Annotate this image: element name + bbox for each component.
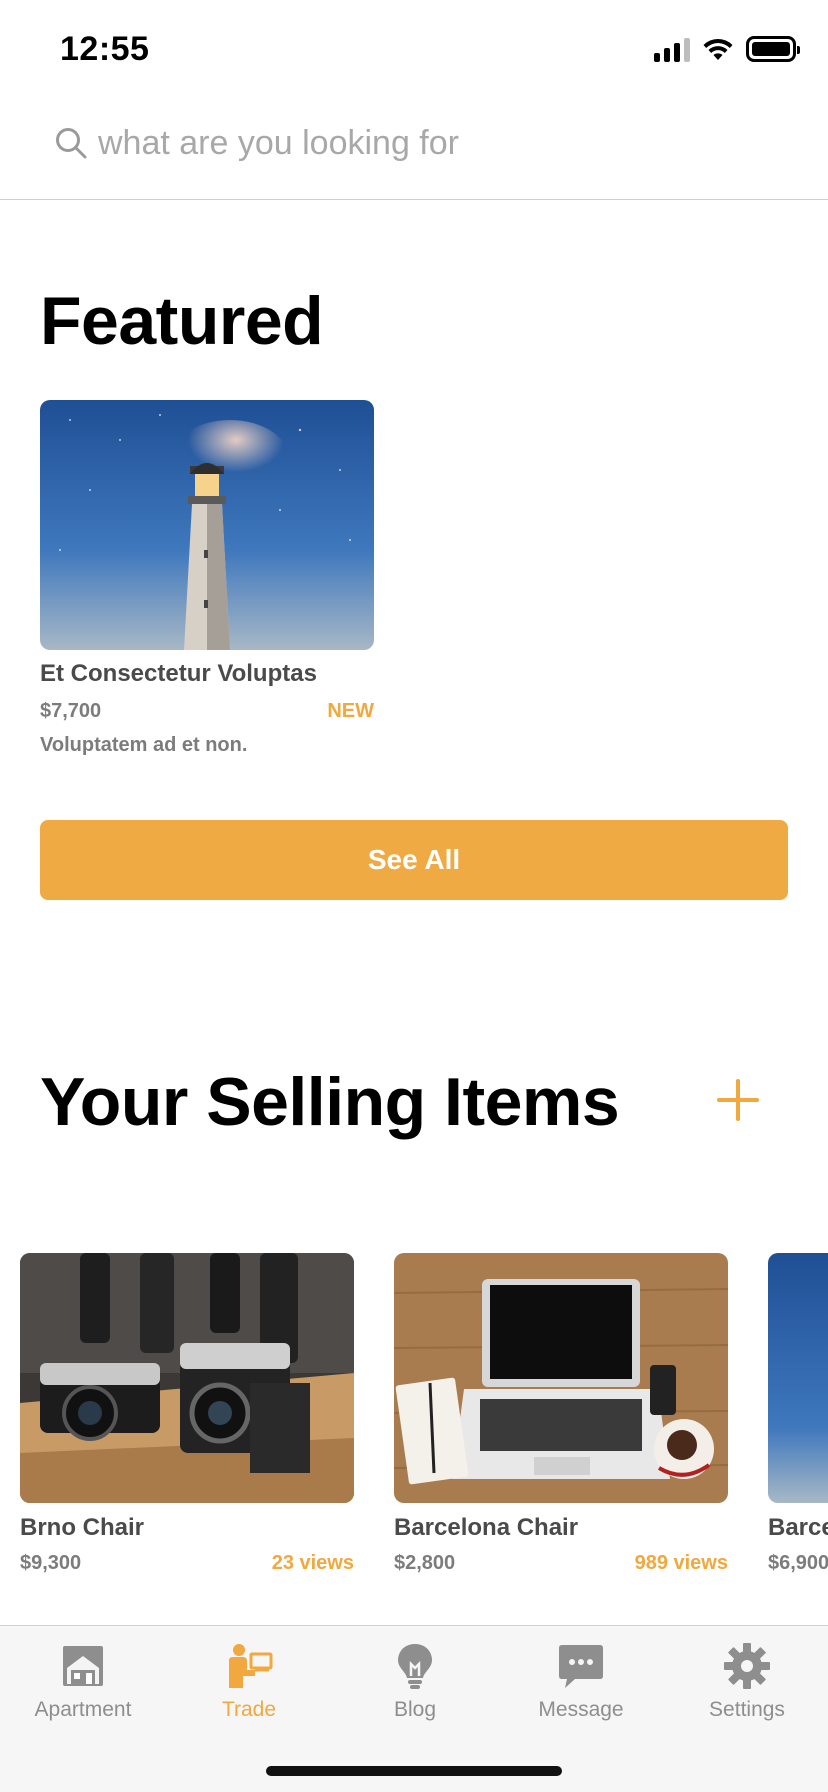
selling-item-image[interactable]: [768, 1253, 828, 1503]
sky-image: [768, 1253, 828, 1503]
selling-item-image[interactable]: [20, 1253, 354, 1503]
search-bar: [0, 100, 828, 200]
search-icon: [56, 128, 87, 159]
selling-item-price: $2,800: [394, 1552, 456, 1574]
tab-label: Trade: [221, 1698, 277, 1721]
tab-settings[interactable]: Settings: [664, 1642, 828, 1742]
add-item-icon[interactable]: [716, 1078, 760, 1122]
featured-item-description: Voluptatem ad et non.: [40, 734, 248, 756]
apartment-icon: [63, 1646, 103, 1686]
tab-label: Blog: [393, 1698, 437, 1721]
selling-item-name[interactable]: Brno Chair: [20, 1514, 144, 1542]
featured-title: Featured: [40, 283, 324, 359]
tab-apartment[interactable]: Apartment: [0, 1642, 166, 1742]
battery-icon: [746, 36, 800, 62]
selling-items-title: Your Selling Items: [40, 1064, 620, 1140]
featured-item-image[interactable]: [40, 400, 374, 650]
selling-item-name[interactable]: Barcelona Chair: [768, 1514, 828, 1542]
search-input[interactable]: [98, 118, 778, 168]
selling-item-price: $6,900: [768, 1552, 828, 1574]
selling-item-views: 989 views: [634, 1552, 728, 1574]
cameras-image: [20, 1253, 354, 1503]
featured-item-new-badge: NEW: [327, 700, 374, 722]
selling-item-clip: Barcelona Chair $6,900: [768, 1514, 828, 1584]
lightbulb-icon: [398, 1644, 432, 1689]
tab-blog[interactable]: Blog: [332, 1642, 498, 1742]
tab-label: Message: [538, 1698, 624, 1721]
wifi-icon: [703, 38, 733, 60]
tab-trade[interactable]: Trade: [166, 1642, 332, 1742]
laptop-desk-image: [394, 1253, 728, 1503]
status-time: 12:55: [60, 30, 150, 68]
lighthouse-image: [40, 400, 374, 650]
tab-message[interactable]: Message: [498, 1642, 664, 1742]
featured-item-price: $7,700: [40, 700, 102, 722]
featured-item-name[interactable]: Et Consectetur Voluptas: [40, 660, 317, 688]
status-bar: 12:55: [0, 0, 828, 100]
cellular-signal-icon: [654, 36, 690, 62]
tab-label: Apartment: [34, 1698, 132, 1721]
tab-label: Settings: [709, 1698, 785, 1721]
selling-item-views: 23 views: [271, 1552, 354, 1574]
trade-icon: [229, 1644, 273, 1688]
see-all-button[interactable]: See All: [40, 820, 788, 900]
status-icons: [654, 36, 800, 62]
message-icon: [559, 1645, 603, 1688]
selling-item-image[interactable]: [394, 1253, 728, 1503]
selling-item-name[interactable]: Barcelona Chair: [394, 1514, 578, 1542]
gear-icon: [724, 1643, 770, 1689]
selling-item-price: $9,300: [20, 1552, 82, 1574]
home-indicator[interactable]: [266, 1766, 562, 1776]
